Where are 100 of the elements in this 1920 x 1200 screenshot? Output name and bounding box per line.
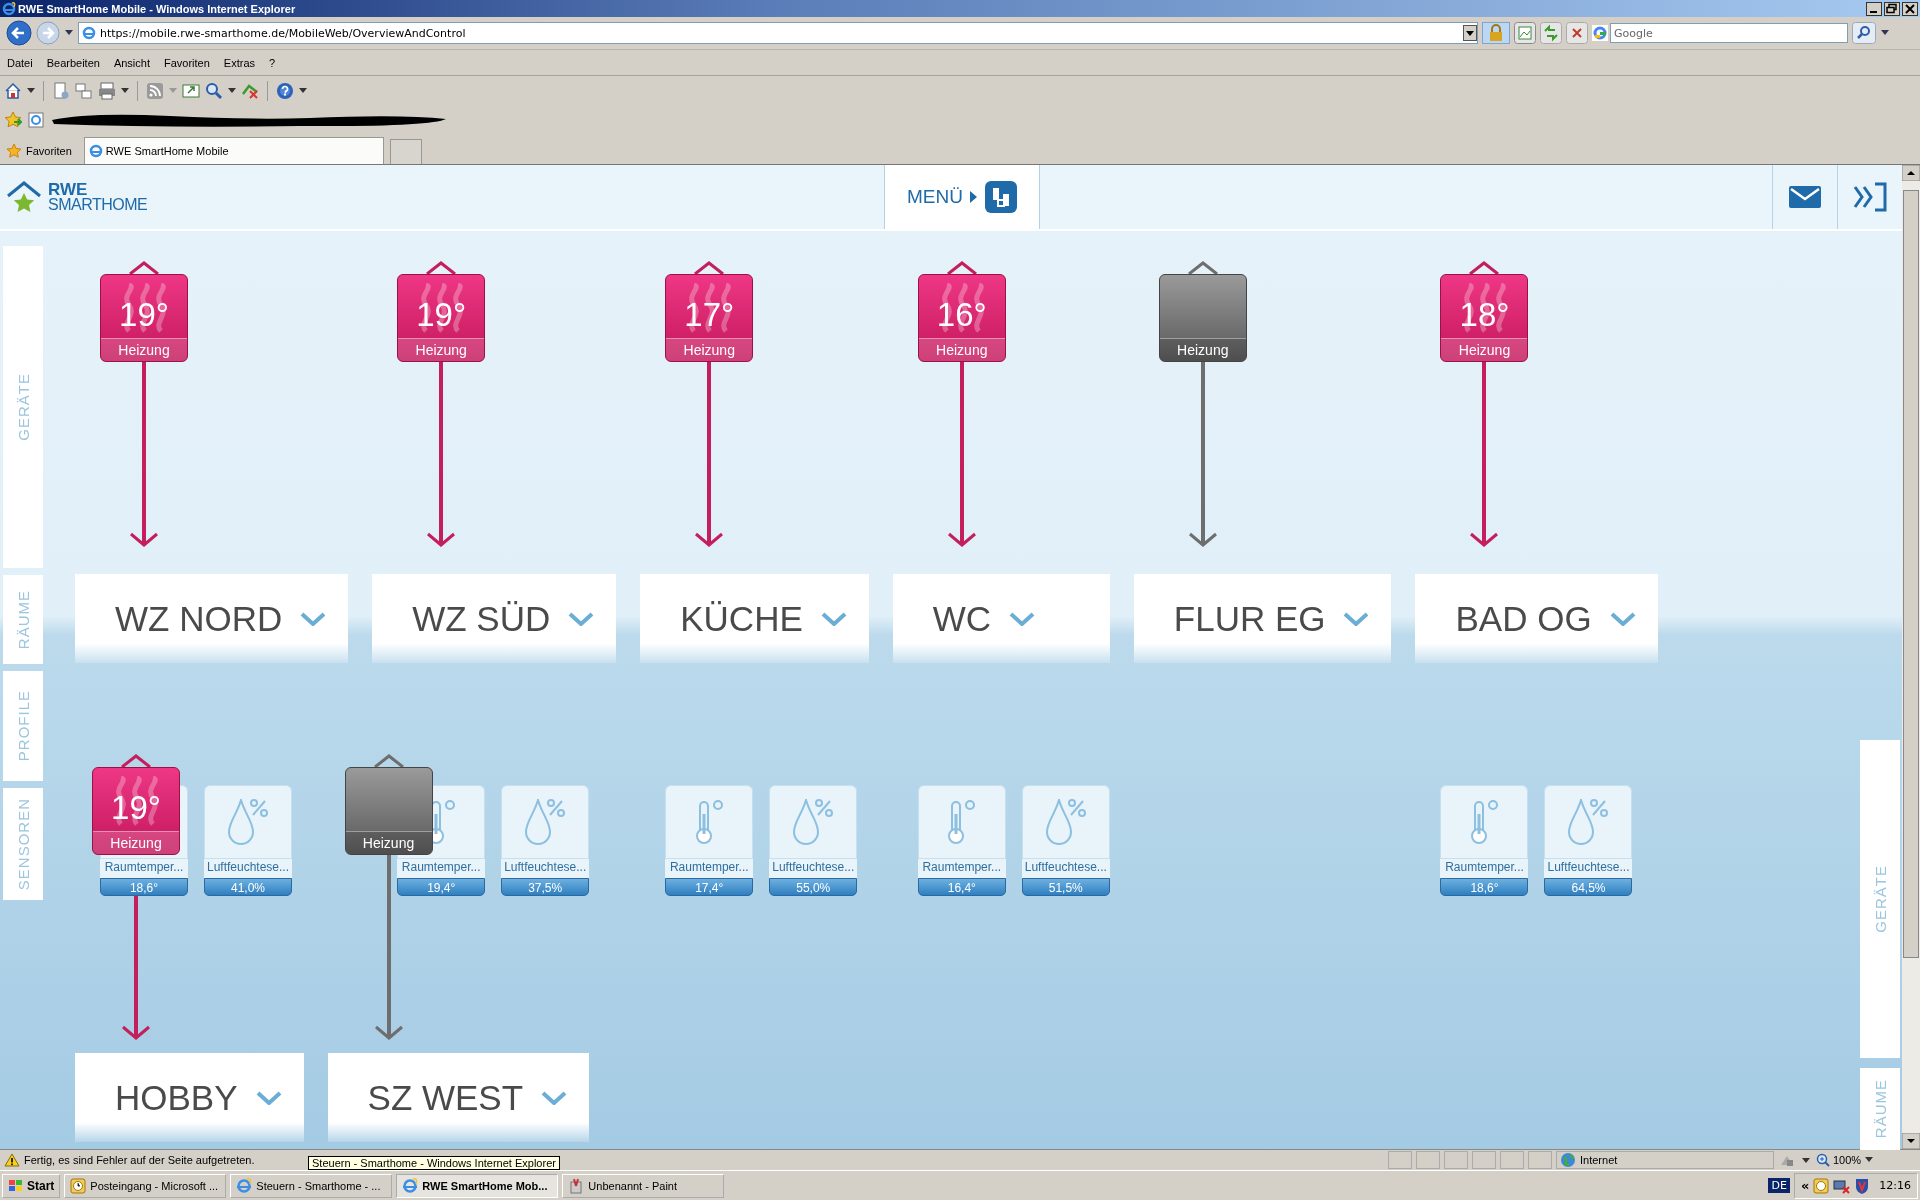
menu-item[interactable]: Extras	[223, 56, 256, 69]
room-selector[interactable]: BAD OG	[1415, 574, 1658, 663]
restore-button[interactable]	[1884, 1, 1900, 16]
heater-tile[interactable]: Heizung	[344, 767, 433, 855]
zoom-icon[interactable]	[205, 82, 223, 100]
caret-icon	[969, 191, 978, 203]
scrollbar[interactable]	[1902, 165, 1920, 1149]
caret-icon[interactable]	[228, 88, 236, 94]
chevron-down-icon	[300, 611, 327, 626]
heater-tile[interactable]: 18° Heizung	[1440, 274, 1529, 362]
menu-item[interactable]: Bearbeiten	[46, 56, 100, 69]
start-button[interactable]: Start	[2, 1173, 61, 1198]
caret-icon[interactable]	[1468, 261, 1501, 275]
refresh-button[interactable]	[1540, 22, 1562, 44]
home-icon[interactable]	[4, 82, 22, 100]
caret-icon[interactable]	[425, 261, 458, 275]
search-button[interactable]	[1852, 22, 1876, 44]
shield-icon[interactable]	[1855, 1177, 1870, 1194]
room-selector[interactable]: WZ NORD	[75, 574, 349, 663]
room-selector[interactable]: WC	[892, 574, 1110, 663]
history-dropdown-icon[interactable]	[64, 29, 74, 37]
menu-item[interactable]: Ansicht	[113, 56, 150, 69]
taskbar-button[interactable]: Steuern - Smarthome - ...	[230, 1173, 393, 1198]
clock-time: 12:16	[1879, 1179, 1911, 1192]
caret-icon[interactable]	[693, 261, 726, 275]
heater-tile[interactable]: 19° Heizung	[92, 767, 180, 855]
network-error-icon[interactable]	[1833, 1177, 1852, 1194]
search-field[interactable]: Google	[1610, 23, 1848, 43]
search-options-icon[interactable]	[1880, 29, 1890, 37]
room-selector[interactable]: HOBBY	[75, 1053, 304, 1142]
chevron-down-icon	[255, 1090, 282, 1105]
menu-button[interactable]: MENÜ	[884, 165, 1040, 229]
caret-icon[interactable]	[121, 88, 129, 94]
scroll-down-button[interactable]	[1902, 1133, 1920, 1149]
heater-tile[interactable]: Heizung	[1158, 274, 1247, 362]
stop-button[interactable]	[1566, 22, 1588, 44]
sensor-value: 41,0%	[204, 878, 292, 896]
temperature-reading: 17°	[684, 296, 735, 334]
bookmark-icon[interactable]	[28, 112, 44, 128]
heater-tile[interactable]: 17° Heizung	[665, 274, 754, 362]
document-icon[interactable]	[75, 82, 93, 100]
status-pane	[1416, 1151, 1440, 1169]
room-selector[interactable]: SZ WEST	[327, 1053, 590, 1142]
zoom-control[interactable]: 100%	[1816, 1153, 1916, 1167]
address-field[interactable]: https://mobile.rwe-smarthome.de/MobileWeb/OverviewAndControl	[78, 22, 1478, 44]
humidity-drop-icon	[793, 799, 834, 845]
window-icon[interactable]	[182, 82, 200, 100]
house-star-icon	[6, 180, 42, 214]
devices-icon	[984, 181, 1017, 213]
room-selector[interactable]: KÜCHE	[640, 574, 869, 663]
feed-icon[interactable]	[146, 82, 164, 100]
language-indicator[interactable]: DE	[1768, 1178, 1790, 1193]
back-button[interactable]	[6, 20, 32, 46]
help-icon[interactable]	[276, 82, 294, 100]
thermometer-icon	[695, 799, 723, 845]
address-dropdown-icon[interactable]	[1463, 25, 1477, 41]
minimize-button[interactable]	[1866, 1, 1882, 16]
heater-label: Heizung	[345, 831, 432, 854]
heater-label: Heizung	[666, 338, 753, 361]
humidity-drop-icon	[1045, 799, 1086, 845]
sensor-value: 18,6°	[100, 878, 188, 896]
tray-expand-button[interactable]: «	[1800, 1178, 1810, 1193]
print-icon[interactable]	[98, 82, 116, 100]
heater-tile[interactable]: 19° Heizung	[397, 274, 486, 362]
status-pane	[1500, 1151, 1524, 1169]
close-button[interactable]	[1902, 1, 1918, 16]
menu-item[interactable]: Datei	[7, 56, 33, 69]
scroll-thumb[interactable]	[1903, 190, 1919, 958]
room-selector[interactable]: FLUR EG	[1133, 574, 1392, 663]
caret-icon[interactable]	[299, 88, 307, 94]
menu-item[interactable]: ?	[269, 56, 276, 69]
sensor-value: 51,5%	[1021, 878, 1110, 896]
chevron-down-icon	[820, 611, 847, 626]
temperature-reading: 19°	[416, 296, 467, 334]
warning-icon[interactable]	[4, 1153, 20, 1167]
taskbar-button[interactable]: Unbenannt - Paint	[562, 1173, 725, 1198]
scroll-up-button[interactable]	[1902, 165, 1920, 181]
caret-icon[interactable]	[1186, 261, 1219, 275]
heater-tile[interactable]: 19° Heizung	[100, 274, 188, 362]
room-selector[interactable]: WZ SÜD	[372, 574, 617, 663]
favorites-button[interactable]: Favoriten	[4, 138, 78, 164]
clock-icon[interactable]	[1813, 1177, 1830, 1194]
compatibility-view-button[interactable]	[1514, 22, 1536, 44]
caret-icon[interactable]	[120, 754, 152, 768]
sensor-label: Luftfeuchtese...	[1021, 859, 1110, 878]
browser-tab[interactable]: RWE SmartHome Mobile	[83, 137, 384, 164]
taskbar-button[interactable]: Posteingang - Microsoft ...	[64, 1173, 227, 1198]
caret-icon[interactable]	[945, 261, 978, 275]
caret-icon[interactable]	[128, 261, 160, 275]
heater-tile[interactable]: 16° Heizung	[917, 274, 1006, 362]
tools-icon[interactable]	[241, 82, 259, 100]
caret-icon[interactable]	[27, 88, 35, 94]
caret-icon[interactable]	[372, 754, 405, 768]
taskbar-button[interactable]: RWE SmartHome Mob...	[396, 1173, 559, 1198]
security-zone: Internet	[1556, 1151, 1774, 1169]
security-lock-icon[interactable]	[1482, 22, 1510, 44]
browser-icon	[402, 1177, 419, 1194]
menu-item[interactable]: Favoriten	[164, 56, 210, 69]
heater-label: Heizung	[101, 338, 187, 361]
globe-icon	[1560, 1152, 1576, 1168]
